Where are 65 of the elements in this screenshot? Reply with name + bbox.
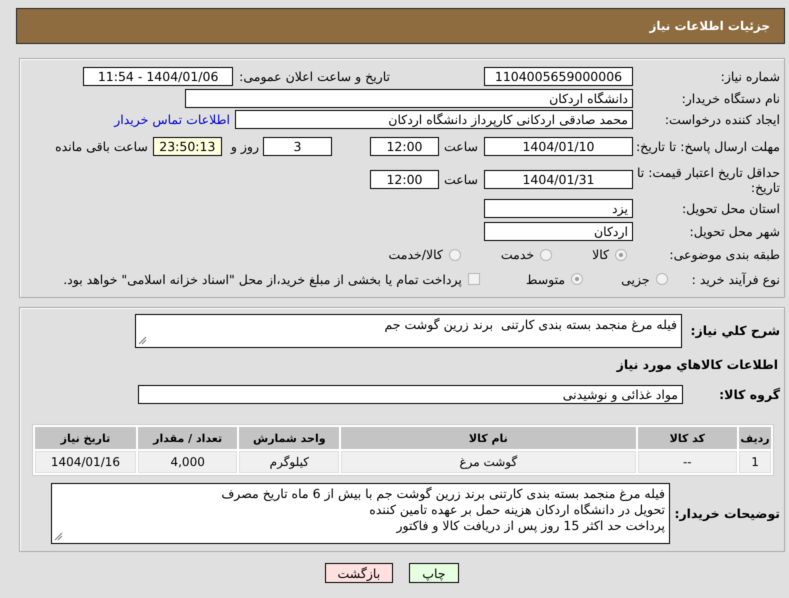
field-label: مهلت ارسال پاسخ: تا تاریخ: bbox=[634, 139, 781, 154]
province-field: یزد bbox=[484, 198, 633, 218]
column-header: واحد شمارش bbox=[239, 427, 340, 449]
need-number-field: 1104005659000006 bbox=[484, 67, 633, 86]
field-label: نام دستگاه خریدار: bbox=[680, 91, 781, 106]
city-field: اردکان bbox=[484, 222, 633, 240]
radio-label: خدمت bbox=[500, 247, 534, 262]
remaining-time-field: 23:50:13 bbox=[152, 137, 222, 156]
radio-button[interactable] bbox=[540, 248, 552, 260]
treasury-note: پرداخت تمام یا بخشی از مبلغ خرید،از محل "اسناد خزانه اسلامی" خواهد بود. bbox=[63, 272, 462, 286]
description-field[interactable]: فیله مرغ منجمد بسته بندی کارتنی برند زرین گوشت جم bbox=[135, 314, 682, 348]
radio-button[interactable] bbox=[571, 273, 584, 285]
validity-time-field: 12:00 bbox=[370, 170, 439, 189]
checkbox[interactable] bbox=[468, 273, 480, 285]
field-label: شرح کلي نياز: bbox=[690, 323, 781, 338]
contact-link[interactable]: اطلاعات تماس خریدار bbox=[114, 112, 230, 127]
description-text: فیله مرغ منجمد بسته بندی کارتنی برند زرین گوشت جم bbox=[384, 317, 677, 332]
field-label: طبقه بندی موضوعی: bbox=[668, 247, 781, 262]
table-cell: 1404/01/16 bbox=[35, 451, 136, 473]
table-cell: -- bbox=[638, 451, 738, 473]
buyer-notes-field[interactable]: فیله مرغ منجمد بسته بندی کارتنی برند زرین گوشت جم با بیش از 6 ماه تاریخ مصرف تحویل در دانشگاه اردکان هزینه حمل بر عهده تامین کننده پرداخت حد اکثر 15 روز پس از دریافت کالا و فاکتور bbox=[51, 482, 670, 544]
field-label: ساعت باقی مانده bbox=[55, 139, 148, 154]
buyer-notes-text: فیله مرغ منجمد بسته بندی کارتنی برند زرین گوشت جم با بیش از 6 ماه تاریخ مصرف تحویل در دانشگاه اردکان هزینه حمل بر عهده تامین کننده پرداخت حد اکثر 15 روز پس از دریافت کالا و فاکتور bbox=[221, 486, 665, 532]
radio-label: جزیی bbox=[621, 272, 650, 286]
deadline-time-field: 12:00 bbox=[370, 137, 439, 156]
resize-grip-icon[interactable] bbox=[54, 532, 63, 540]
resize-grip-icon[interactable] bbox=[138, 336, 147, 345]
back-button[interactable]: بازگشت bbox=[324, 563, 394, 583]
field-label: روز و bbox=[230, 139, 259, 154]
field-label: شهر محل تحویل: bbox=[688, 224, 781, 238]
radio-button[interactable] bbox=[656, 273, 668, 285]
goods-group-field: مواد غذائی و نوشیدنی bbox=[138, 384, 683, 404]
column-header: تاریخ نیاز bbox=[35, 427, 136, 449]
field-label: تاریخ و ساعت اعلان عمومی: bbox=[239, 69, 391, 84]
radio-button[interactable] bbox=[448, 248, 461, 260]
table-cell: 1 bbox=[739, 451, 771, 473]
field-label: ساعت bbox=[444, 139, 478, 154]
days-field: 3 bbox=[262, 137, 332, 156]
deadline-date-field: 1404/01/10 bbox=[484, 137, 633, 156]
field-label: حداقل تاریخ اعتبار قیمت: تا تاریخ: bbox=[636, 164, 781, 194]
requester-field: محمد صادقی اردکانی کارپرداز دانشگاه اردکان bbox=[235, 110, 633, 129]
buyer-org-field: دانشگاه اردکان bbox=[185, 89, 633, 108]
table-cell: کیلوگرم bbox=[239, 451, 340, 473]
section-title: اطلاعات كالاهاي مورد نياز bbox=[616, 356, 779, 372]
table-cell: 4,000 bbox=[138, 451, 238, 473]
column-header: ردیف bbox=[739, 427, 771, 449]
column-header: کد کالا bbox=[638, 427, 738, 449]
announce-date-field: 1404/01/06 - 11:54 bbox=[83, 67, 234, 86]
field-label: ساعت bbox=[444, 172, 478, 187]
field-label: توضیحات خریدار: bbox=[673, 506, 781, 520]
radio-button[interactable] bbox=[615, 248, 627, 260]
radio-label: متوسط bbox=[526, 272, 566, 286]
column-header: تعداد / مقدار bbox=[138, 427, 238, 449]
validity-date-field: 1404/01/31 bbox=[484, 170, 633, 189]
field-label: استان محل تحویل: bbox=[680, 200, 781, 216]
radio-label: کالا/خدمت bbox=[388, 247, 443, 262]
print-button[interactable]: چاپ bbox=[409, 563, 459, 583]
table-cell: گوشت مرغ bbox=[341, 451, 636, 473]
page-title: جزئیات اطلاعات نیاز bbox=[649, 19, 770, 33]
field-label: نوع فرآیند خرید : bbox=[692, 272, 781, 286]
field-label: گروه کالا: bbox=[718, 386, 781, 402]
field-label: شماره نیاز: bbox=[720, 69, 781, 84]
column-header: نام کالا bbox=[341, 427, 636, 449]
radio-label: کالا bbox=[592, 247, 609, 262]
field-label: ایجاد کننده درخواست: bbox=[664, 112, 781, 127]
